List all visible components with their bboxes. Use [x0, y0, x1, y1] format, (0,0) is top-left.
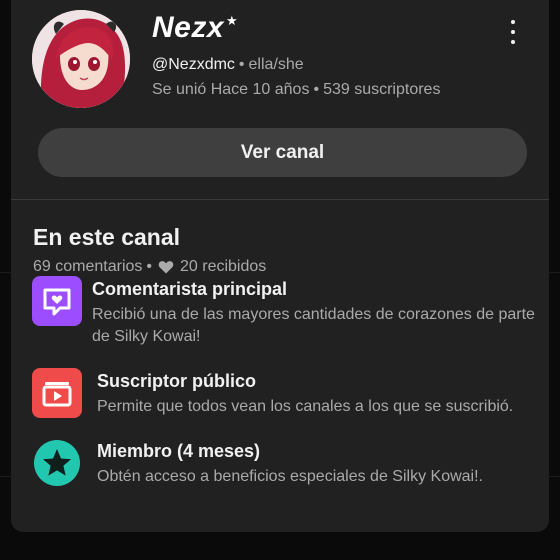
separator-dot: • [313, 81, 320, 98]
badge-title: Comentarista principal [92, 279, 288, 299]
section-title: En este canal [33, 224, 181, 250]
channel-info-sheet: Nezx ★ @Nezxdmc • ella/she Se unió Hace 10 … [11, 0, 549, 532]
subscriber-count: 539 suscriptores [323, 81, 441, 98]
badge-description: Recibió una de las mayores cantidades de… [92, 306, 535, 345]
channel-avatar[interactable] [32, 10, 130, 108]
channel-name-text: Nezx [152, 11, 225, 44]
channel-meta: Se unió Hace 10 años • 539 suscriptores [152, 81, 440, 99]
subscriptions-icon [32, 368, 82, 418]
hearts-received: 20 recibidos [180, 258, 267, 275]
badge-title: Suscriptor público [97, 371, 257, 391]
comment-count: 69 comentarios [33, 258, 143, 275]
more-options-icon[interactable] [503, 18, 523, 46]
verified-star-icon: ★ [226, 13, 239, 28]
badge-description: Permite que todos vean los canales a los… [97, 398, 514, 415]
separator-dot: • [238, 56, 245, 73]
section-divider [11, 199, 549, 200]
channel-stats: 69 comentarios • 20 recibidos [33, 258, 266, 276]
handle-row: @Nezxdmc • ella/she [152, 56, 304, 74]
separator-dot: • [146, 258, 152, 275]
view-channel-button[interactable]: Ver canal [38, 128, 527, 177]
pronouns: ella/she [248, 56, 304, 73]
comment-heart-icon [32, 276, 82, 326]
joined-date: Se unió Hace 10 años [152, 81, 310, 98]
channel-handle: @Nezxdmc [152, 56, 235, 73]
heart-icon [158, 259, 174, 275]
avatar-image [32, 10, 130, 108]
badge-title: Miembro (4 meses) [97, 441, 261, 461]
badge-description: Obtén acceso a beneficios especiales de … [97, 468, 483, 485]
channel-name: Nezx ★ [152, 11, 238, 45]
member-star-icon [34, 440, 84, 490]
